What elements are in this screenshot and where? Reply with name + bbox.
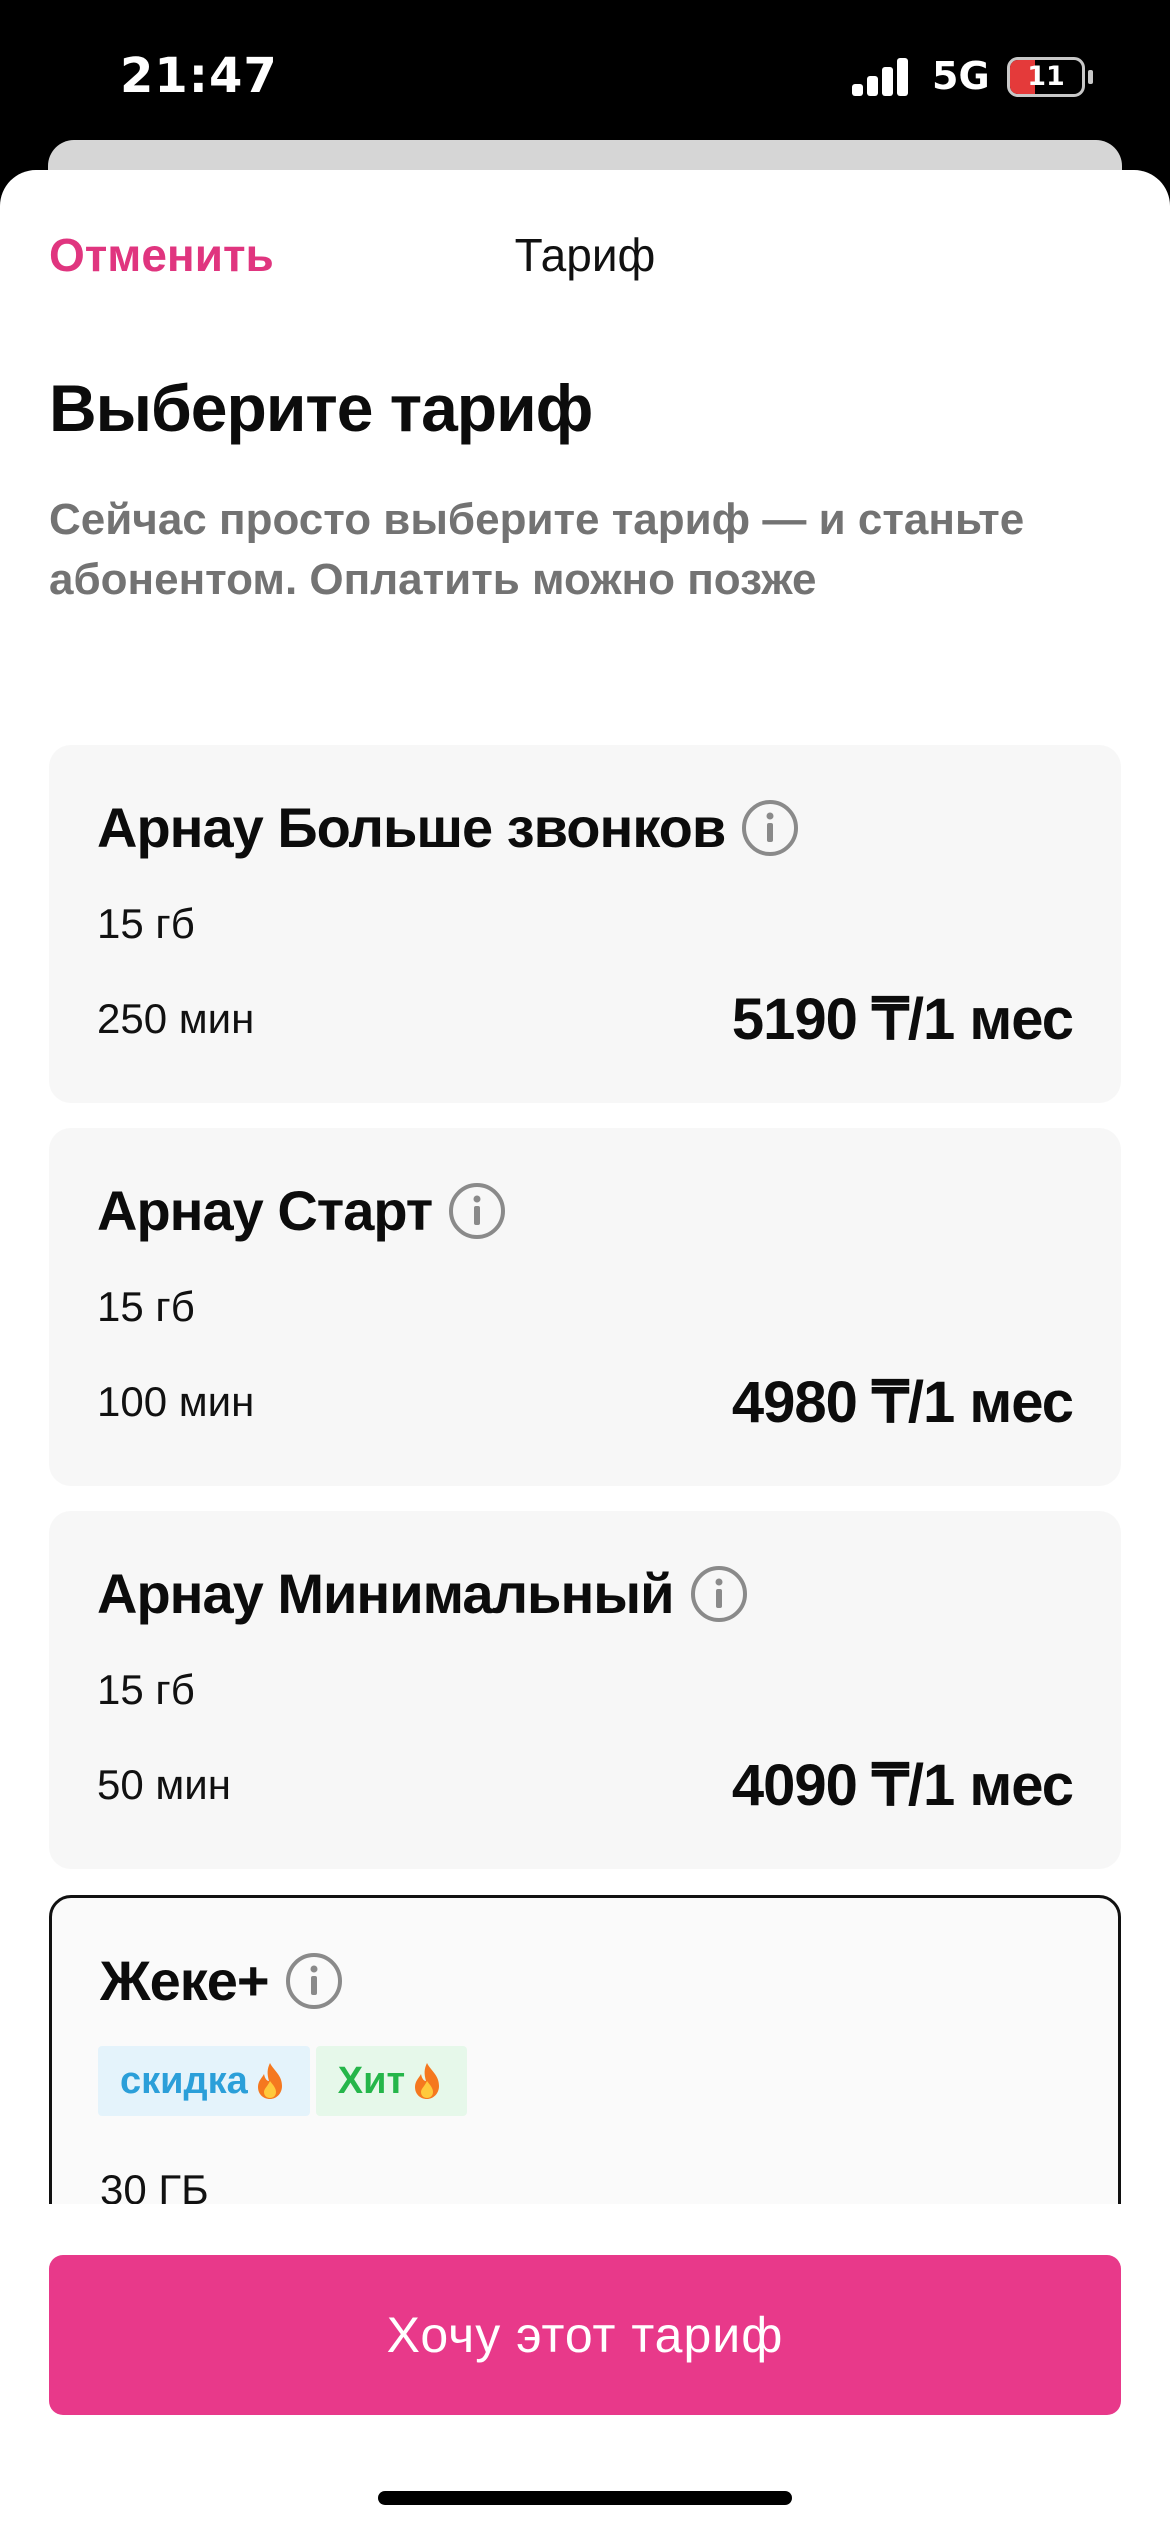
tariff-title-row: Арнау Старт [97, 1178, 506, 1243]
tariff-price: 4090 ₸/1 мес [731, 1753, 1074, 1818]
tariff-price: 5190 ₸/1 мес [731, 987, 1074, 1052]
fire-icon [415, 2063, 440, 2099]
network-type: 5G [932, 54, 990, 98]
battery-icon: 11 [1007, 57, 1085, 97]
tariff-badges: скидка Хит [98, 2046, 468, 2116]
discount-badge: скидка [98, 2046, 310, 2116]
tariff-data: 15 гб [97, 1283, 195, 1330]
info-icon[interactable] [690, 1565, 748, 1623]
tariff-title-row: Арнау Минимальный [97, 1561, 748, 1626]
tariff-minutes: 50 мин [97, 1761, 231, 1808]
cancel-button[interactable]: Отменить [49, 228, 274, 282]
discount-badge-label: скидка [120, 2060, 248, 2102]
fire-icon [257, 2063, 282, 2099]
choose-tariff-button[interactable]: Хочу этот тариф [49, 2255, 1121, 2415]
tariff-price: 4980 ₸/1 мес [731, 1370, 1074, 1435]
tariff-name: Арнау Больше звонков [97, 796, 726, 859]
tariff-card[interactable]: Арнау Минимальный 15 гб 50 мин 4090 ₸/1 … [49, 1511, 1121, 1869]
battery-percent: 11 [1027, 61, 1065, 92]
hit-badge-label: Хит [337, 2060, 406, 2102]
tariff-name: Арнау Старт [97, 1179, 433, 1242]
tariff-title-row: Арнау Больше звонков [97, 795, 799, 860]
tariff-data: 15 гб [97, 1666, 195, 1713]
page-title: Выберите тариф [49, 371, 593, 445]
cellular-signal-icon [852, 58, 910, 96]
home-indicator [378, 2491, 792, 2505]
tariff-minutes: 250 мин [97, 995, 255, 1042]
tariff-sheet: Тариф Отменить Выберите тариф Сейчас про… [0, 170, 1170, 2532]
status-bar: 21:47 5G 11 [0, 0, 1170, 160]
tariff-card[interactable]: Арнау Больше звонков 15 гб 250 мин 5190 … [49, 745, 1121, 1103]
tariff-minutes: 100 мин [97, 1378, 255, 1425]
tariff-data: 15 гб [97, 900, 195, 947]
tariff-name: Арнау Минимальный [97, 1562, 675, 1625]
tariff-title-row: Жеке+ [100, 1948, 343, 2013]
info-icon[interactable] [741, 799, 799, 857]
tariff-card[interactable]: Арнау Старт 15 гб 100 мин 4980 ₸/1 мес [49, 1128, 1121, 1486]
battery-nub [1088, 70, 1093, 84]
status-time: 21:47 [120, 48, 278, 104]
page-subtitle: Сейчас просто выберите тариф — и станьте… [49, 495, 1025, 604]
info-icon[interactable] [448, 1182, 506, 1240]
tariff-name: Жеке+ [100, 1949, 270, 2012]
info-icon[interactable] [285, 1952, 343, 2010]
hit-badge: Хит [315, 2046, 468, 2116]
